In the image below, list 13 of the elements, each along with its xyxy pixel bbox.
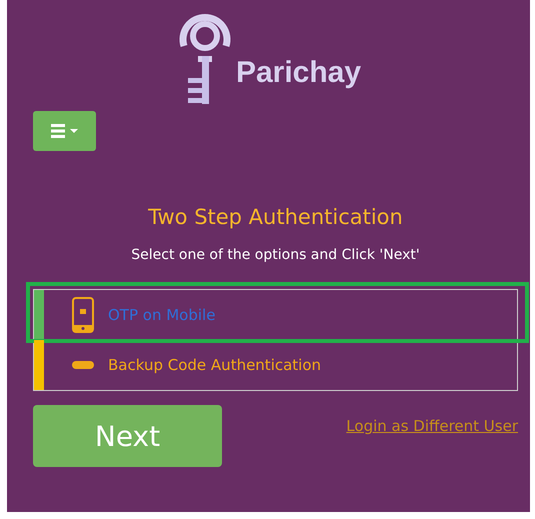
option-label: Backup Code Authentication [108,356,322,374]
brand-name: Parichay [236,56,362,90]
next-button[interactable]: Next [33,405,222,467]
different-user-link[interactable]: Login as Different User [346,417,518,435]
instruction-text: Select one of the options and Click 'Next' [130,247,421,263]
option-label: OTP on Mobile [108,306,216,324]
phone-icon [72,297,94,333]
option-item[interactable]: OTP on Mobile [34,290,517,340]
menu-button[interactable] [33,111,96,151]
option-item[interactable]: Backup Code Authentication [34,340,517,390]
menu-icon [50,124,78,138]
heading: Two Step Authentication [147,205,404,229]
code-icon [72,361,94,369]
